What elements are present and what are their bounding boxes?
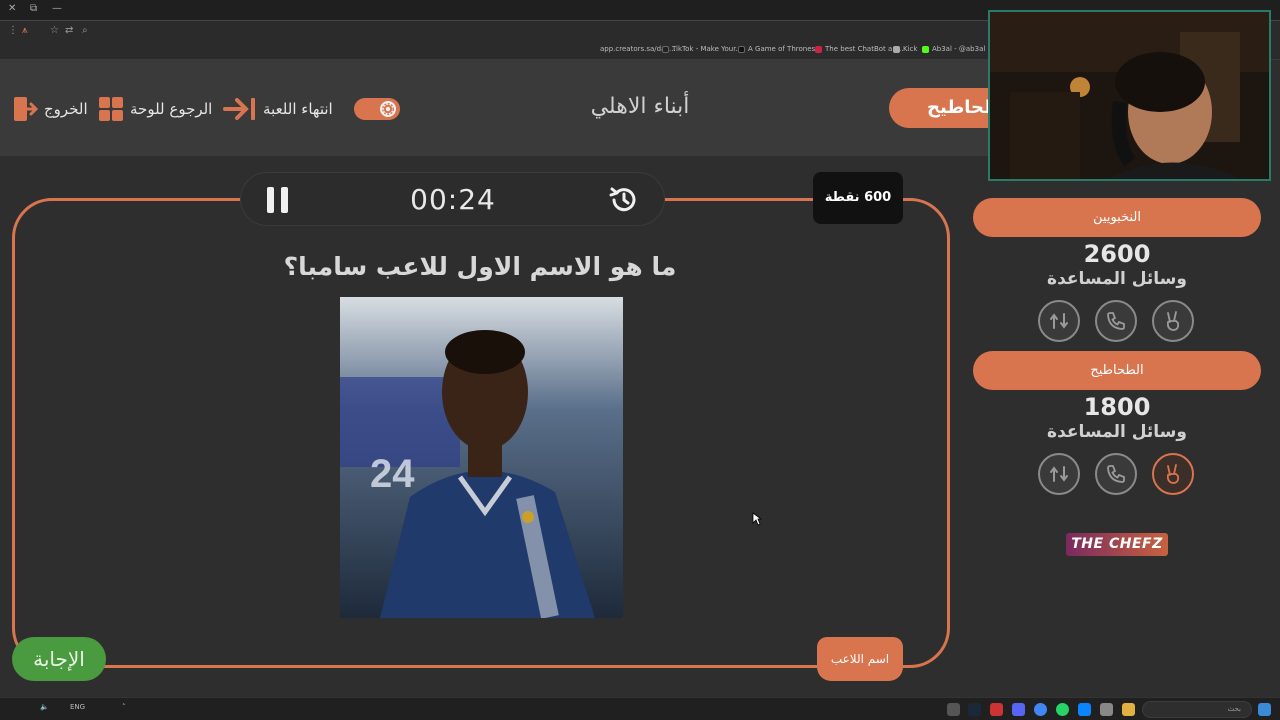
player-photo: 24 [340, 297, 623, 618]
team-score: 2600 [1083, 240, 1151, 268]
tray-chevron-icon[interactable]: ˄ [122, 703, 126, 711]
app-icon[interactable] [990, 703, 1003, 716]
exit-button[interactable]: الخروج [12, 95, 88, 123]
team-score: 1800 [1083, 393, 1151, 421]
close-window-icon[interactable]: ✕ [8, 3, 16, 14]
toggle-switch [354, 98, 400, 120]
bookmark-5[interactable]: Kick [893, 45, 917, 53]
phone-icon [1107, 312, 1125, 330]
gear-icon [380, 101, 396, 117]
zoom-icon[interactable]: ⌕ [82, 25, 88, 36]
grid-icon [98, 96, 124, 122]
bookmark-6[interactable]: Ab3al - @ab3al |... [922, 45, 997, 53]
end-game-button[interactable]: انتهاء اللعبة [223, 95, 333, 123]
game-title: أبناء الاهلي [590, 94, 690, 119]
taskbar-search[interactable]: بحث [1142, 701, 1252, 718]
question-text: ما هو الاسم الاول للاعب سامبا؟ [283, 252, 677, 281]
settings-toggle[interactable] [354, 95, 400, 123]
history-icon [609, 187, 636, 212]
steam-app-icon[interactable] [968, 703, 981, 716]
swap-icon [1050, 313, 1068, 329]
bookmark-2[interactable]: TikTok - Make Your... [662, 45, 742, 53]
mouse-cursor-icon [752, 512, 762, 526]
exit-label: الخروج [44, 100, 88, 118]
extension-icon[interactable]: ⩚ [22, 25, 28, 36]
volume-icon[interactable]: 🔈 [40, 703, 49, 711]
bookmark-3[interactable]: A Game of Thrones... [738, 45, 822, 53]
timer-bar: 00:24 [240, 172, 665, 226]
call-aid-button[interactable] [1095, 300, 1137, 342]
arrow-right-bar-icon [223, 96, 257, 122]
menu-dots-icon[interactable]: ⋮ [8, 25, 18, 36]
settings-app-icon[interactable] [947, 703, 960, 716]
game-header: الخروج الرجوع للوحة انتهاء اللعبة أبناء … [0, 60, 1029, 156]
two-answers-aid-button[interactable] [1152, 300, 1194, 342]
exit-icon [12, 95, 38, 123]
swap-aid-button[interactable] [1038, 300, 1080, 342]
end-game-label: انتهاء اللعبة [263, 100, 333, 118]
swap-aid-button[interactable] [1038, 453, 1080, 495]
reset-timer-button[interactable] [607, 183, 641, 217]
swap-icon [1050, 466, 1068, 482]
svg-text:24: 24 [370, 452, 415, 496]
app-icon[interactable] [1100, 703, 1113, 716]
peace-hand-icon [1166, 311, 1180, 331]
star-icon[interactable]: ☆ [50, 25, 59, 36]
taskbar: 🔈 ENG ˄ بحث [0, 697, 1280, 720]
chrome-app-icon[interactable] [1034, 703, 1047, 716]
minimize-window-icon[interactable]: — [52, 3, 62, 14]
phone-icon [1107, 465, 1125, 483]
webcam-overlay [988, 10, 1271, 181]
helpers-label: وسائل المساعدة [1047, 422, 1187, 442]
pause-button[interactable] [267, 187, 289, 213]
peace-hand-icon [1166, 464, 1180, 484]
team-name-bar: الطحاطيح [973, 351, 1261, 390]
answer-button[interactable]: الإجابة [12, 637, 106, 681]
discord-app-icon[interactable] [1012, 703, 1025, 716]
back-label: الرجوع للوحة [130, 100, 213, 118]
helpers-label: وسائل المساعدة [1047, 269, 1187, 289]
restore-window-icon[interactable]: ⧉ [30, 3, 37, 14]
call-aid-button[interactable] [1095, 453, 1137, 495]
language-indicator[interactable]: ENG [70, 703, 85, 711]
file-explorer-app-icon[interactable] [1122, 703, 1135, 716]
two-answers-aid-button[interactable] [1152, 453, 1194, 495]
edge-app-icon[interactable] [1078, 703, 1091, 716]
share-icon[interactable]: ⇄ [65, 25, 73, 36]
whatsapp-app-icon[interactable] [1056, 703, 1069, 716]
timer-display: 00:24 [410, 183, 496, 216]
player-name-button[interactable]: اسم اللاعب [817, 637, 903, 681]
points-badge: 600 نقطة [813, 172, 903, 224]
sponsor-logo: THE CHEFZ [1066, 533, 1168, 556]
start-icon[interactable] [1258, 703, 1271, 716]
team-name-bar: النخبويين [973, 198, 1261, 237]
back-to-board-button[interactable]: الرجوع للوحة [98, 95, 212, 123]
bookmark-4[interactable]: The best ChatBot an... [815, 45, 903, 53]
